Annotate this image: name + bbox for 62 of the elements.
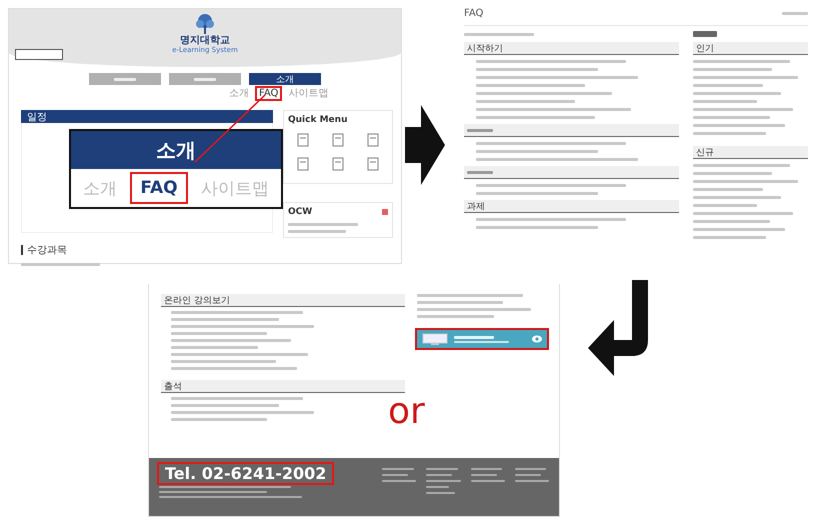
section-header: 출석 — [161, 380, 405, 393]
or-label: or — [388, 392, 425, 432]
document-icon[interactable] — [332, 157, 344, 171]
blurred-text-line — [514, 480, 549, 482]
blurred-text-line — [382, 468, 414, 470]
blurred-text-line — [426, 486, 450, 488]
nav-tab[interactable]: 소개 — [249, 73, 321, 85]
blurred-text-line — [693, 84, 764, 87]
blurred-text-line — [382, 480, 416, 482]
callout-menu-item[interactable]: FAQ — [132, 174, 186, 202]
document-icon[interactable] — [297, 157, 310, 171]
section-header: 과제 — [464, 200, 679, 213]
blurred-text-line — [426, 480, 461, 482]
blurred-text-line — [426, 492, 456, 494]
phone-number: Tel. 02-6241-2002 — [159, 464, 332, 483]
university-name: 명지대학교 — [180, 35, 230, 46]
blurred-text-line — [470, 468, 502, 470]
blurred-text-line — [288, 230, 346, 233]
dropdown-select[interactable] — [15, 49, 63, 60]
document-icon[interactable] — [297, 133, 310, 147]
quick-menu-title: Quick Menu — [288, 115, 348, 125]
blurred-text-line — [693, 204, 757, 207]
blurred-text-line — [782, 12, 808, 15]
callout-header: 소개 — [71, 131, 281, 169]
blurred-text-line — [470, 480, 505, 482]
blurred-text-line — [514, 474, 541, 476]
tree-logo-icon — [194, 13, 216, 35]
blurred-text-line — [693, 188, 764, 191]
blurred-text-line — [288, 223, 358, 226]
callout-menu-item[interactable]: 소개 — [74, 172, 125, 204]
blurred-text-line — [382, 474, 408, 476]
support-banner[interactable] — [417, 330, 547, 348]
right-arrow-icon — [405, 105, 445, 185]
nav-tab[interactable] — [169, 73, 241, 85]
submenu-link[interactable]: 사이트맵 — [286, 88, 330, 99]
callout-menu-item[interactable]: 사이트맵 — [193, 172, 278, 204]
submenu-link[interactable]: FAQ — [257, 88, 280, 99]
blurred-text-line — [467, 170, 494, 174]
section-header: 시작하기 — [464, 42, 679, 55]
ocw-title: OCW — [288, 207, 312, 217]
document-icon[interactable] — [366, 133, 379, 147]
blurred-text-line — [693, 100, 757, 103]
schedule-header: 일정 — [21, 110, 273, 123]
blurred-text-line — [514, 468, 546, 470]
courses-title: 수강과목 — [27, 244, 67, 257]
blurred-text-line — [470, 474, 497, 476]
faq-title: FAQ — [464, 8, 484, 19]
submenu-link[interactable]: 소개 — [227, 88, 251, 99]
section-header: 인기 — [693, 42, 808, 55]
section-header: 신규 — [693, 146, 808, 159]
blurred-text-line — [454, 336, 494, 338]
blurred-text-line — [426, 468, 458, 470]
document-icon[interactable] — [366, 157, 379, 171]
nav-tab[interactable] — [89, 73, 161, 85]
section-header: 온라인 강의보기 — [161, 294, 405, 307]
blurred-text-line — [454, 340, 509, 342]
document-icon[interactable] — [332, 133, 344, 147]
monitor-icon — [422, 333, 448, 345]
blurred-text-line — [464, 32, 534, 36]
blurred-text-line — [426, 474, 452, 476]
blurred-text-line — [467, 128, 494, 132]
eye-icon — [532, 335, 542, 343]
